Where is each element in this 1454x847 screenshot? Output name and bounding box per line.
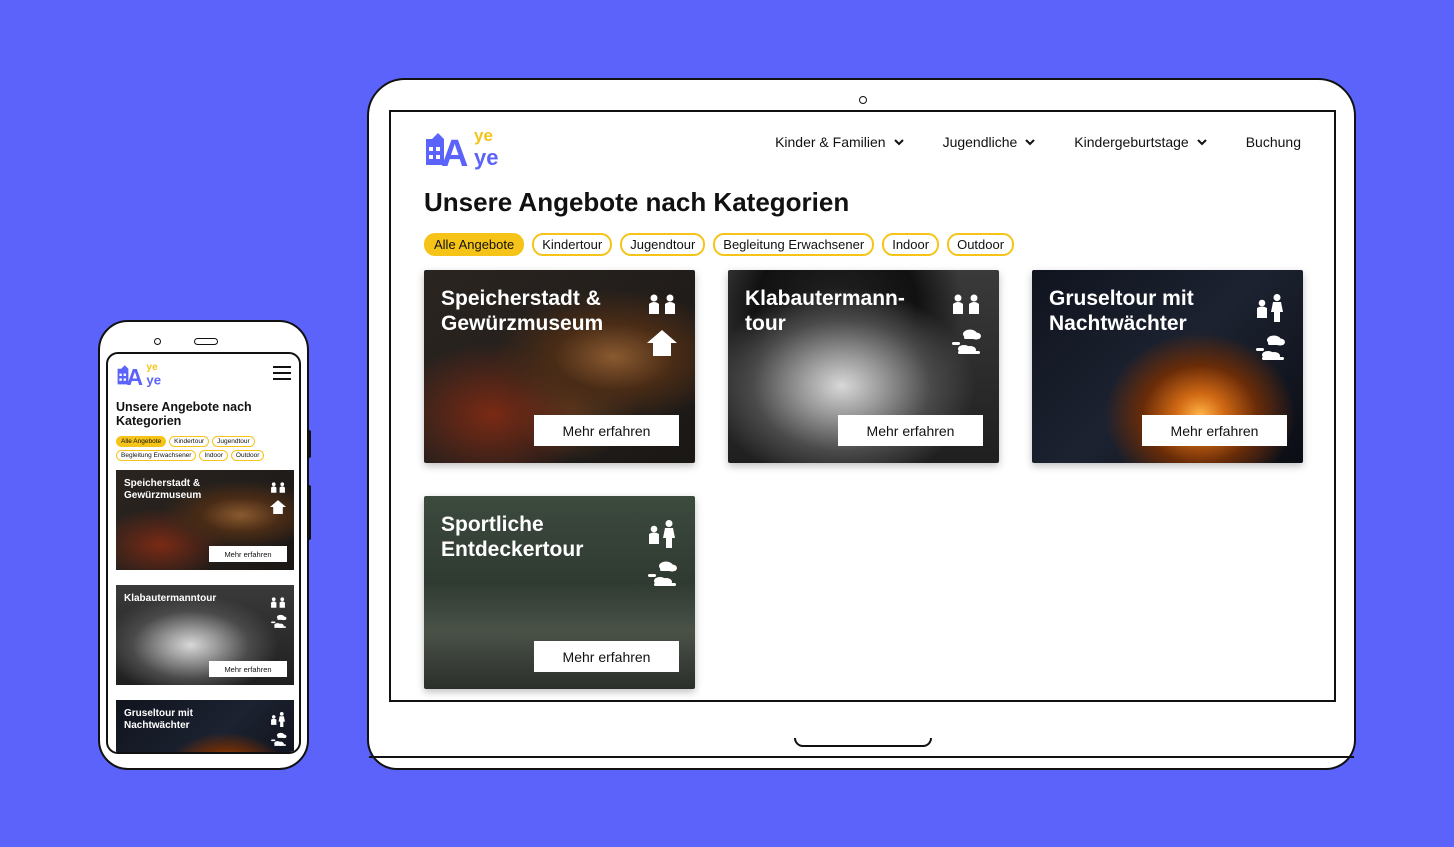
phone-frame: Unsere Angebote nach Kategorien Alle Ang… [98,320,309,770]
outdoor-cloud-icon [270,614,286,628]
phone-speaker [194,338,218,345]
card-icons [269,712,287,747]
children-icon [271,482,285,493]
nav-item-jugendliche[interactable]: Jugendliche [943,134,1037,150]
laptop-base [367,738,1356,770]
nav-label: Jugendliche [942,134,1018,150]
nav-label: Kinder & Familien [775,134,886,150]
card-title: Klabautermann-tour [745,287,905,335]
children-icon [649,294,675,314]
filter-chip-outdoor[interactable]: Outdoor [230,450,265,461]
nav-item-kinder-familien[interactable]: Kinder & Familien [775,134,905,150]
phone-camera [154,338,161,345]
filter-chip-alle[interactable]: Alle Angebote [424,233,525,256]
hamburger-menu-icon[interactable] [273,366,291,380]
filter-chip-kindertour[interactable]: Kindertour [532,233,613,256]
card-title: Speicherstadt & Gewürzmuseum [124,478,202,501]
offer-card-klabautermann[interactable]: Klabautermann-tour Mehr erfahren [728,270,999,463]
page-title: Unsere Angebote nach Kategorien [424,187,850,217]
card-icons [645,520,679,588]
card-icons [645,294,679,356]
offer-card-klabautermann[interactable]: Klabautermanntour Mehr erfahren [116,585,294,685]
filter-chip-begleitung[interactable]: Begleitung Erwachsener [116,450,197,461]
card-icons [269,482,287,514]
card-title: Gruseltour mit Nachtwächter [124,708,193,731]
more-info-button[interactable]: Mehr erfahren [209,661,287,677]
more-info-button[interactable]: Mehr erfahren [534,415,679,446]
more-info-button[interactable]: Mehr erfahren [838,415,983,446]
chevron-down-icon [893,139,904,145]
indoor-house-icon [270,500,286,514]
outdoor-cloud-icon [952,329,981,354]
outdoor-cloud-icon [648,561,677,586]
outdoor-cloud-icon [270,732,286,746]
category-filters: Alle Angebote Kindertour Jugendtour Begl… [424,233,1015,256]
nav-item-buchung[interactable]: Buchung [1246,134,1301,150]
filter-chip-kindertour[interactable]: Kindertour [169,436,210,447]
more-info-button[interactable]: Mehr erfahren [534,641,679,672]
mobile-screen: Unsere Angebote nach Kategorien Alle Ang… [106,352,301,754]
children-icon [271,597,285,608]
more-info-button[interactable]: Mehr erfahren [1142,415,1287,446]
card-title: Sportliche Entdeckertour [441,513,584,561]
laptop-camera [859,96,867,104]
more-info-button[interactable]: Mehr erfahren [209,546,287,562]
card-title: Klabautermanntour [124,593,217,604]
outdoor-cloud-icon [1256,335,1285,360]
laptop-frame: Kinder & Familien Jugendliche Kindergebu… [367,78,1356,740]
chevron-down-icon [1196,139,1207,145]
nav-label: Kindergeburtstage [1074,134,1189,150]
desktop-screen: Kinder & Familien Jugendliche Kindergebu… [389,110,1336,702]
aye-logo[interactable] [424,121,506,171]
aye-logo[interactable] [116,358,166,388]
card-title: Gruseltour mit Nachtwächter [1049,287,1194,335]
chevron-down-icon [1025,139,1036,145]
child-adult-icon [649,520,675,548]
nav-item-kindergeburtstage[interactable]: Kindergeburtstage [1074,134,1207,150]
category-filters: Alle Angebote Kindertour Jugendtour Begl… [116,436,296,461]
laptop-notch [794,738,932,747]
children-icon [953,294,979,314]
filter-chip-indoor[interactable]: Indoor [199,450,228,461]
filter-chip-jugendtour[interactable]: Jugendtour [212,436,255,447]
card-icons [1253,294,1287,362]
filter-chip-indoor[interactable]: Indoor [882,233,940,256]
page-title: Unsere Angebote nach Kategorien [116,400,252,428]
offer-card-gruseltour[interactable]: Gruseltour mit Nachtwächter [116,700,294,752]
card-icons [269,597,287,629]
nav-label: Buchung [1245,134,1301,150]
filter-chip-jugendtour[interactable]: Jugendtour [620,233,706,256]
filter-chip-outdoor[interactable]: Outdoor [947,233,1015,256]
child-adult-icon [1257,294,1283,322]
main-nav: Kinder & Familien Jugendliche Kindergebu… [775,134,1301,150]
offer-card-sportliche[interactable]: Sportliche Entdeckertour Mehr erfahren [424,496,695,689]
offer-card-gruseltour[interactable]: Gruseltour mit Nachtwächter Mehr erfahre… [1032,270,1303,463]
offer-card-speicherstadt[interactable]: Speicherstadt & Gewürzmuseum Mehr erfahr… [424,270,695,463]
phone-side-button [307,430,311,458]
child-adult-icon [271,712,285,727]
card-title: Speicherstadt & Gewürzmuseum [441,287,604,335]
phone-side-button [307,485,311,540]
card-icons [949,294,983,356]
offer-card-speicherstadt[interactable]: Speicherstadt & Gewürzmuseum Mehr erfahr… [116,470,294,570]
filter-chip-begleitung[interactable]: Begleitung Erwachsener [713,233,875,256]
filter-chip-alle[interactable]: Alle Angebote [116,436,167,447]
indoor-house-icon [647,330,677,356]
